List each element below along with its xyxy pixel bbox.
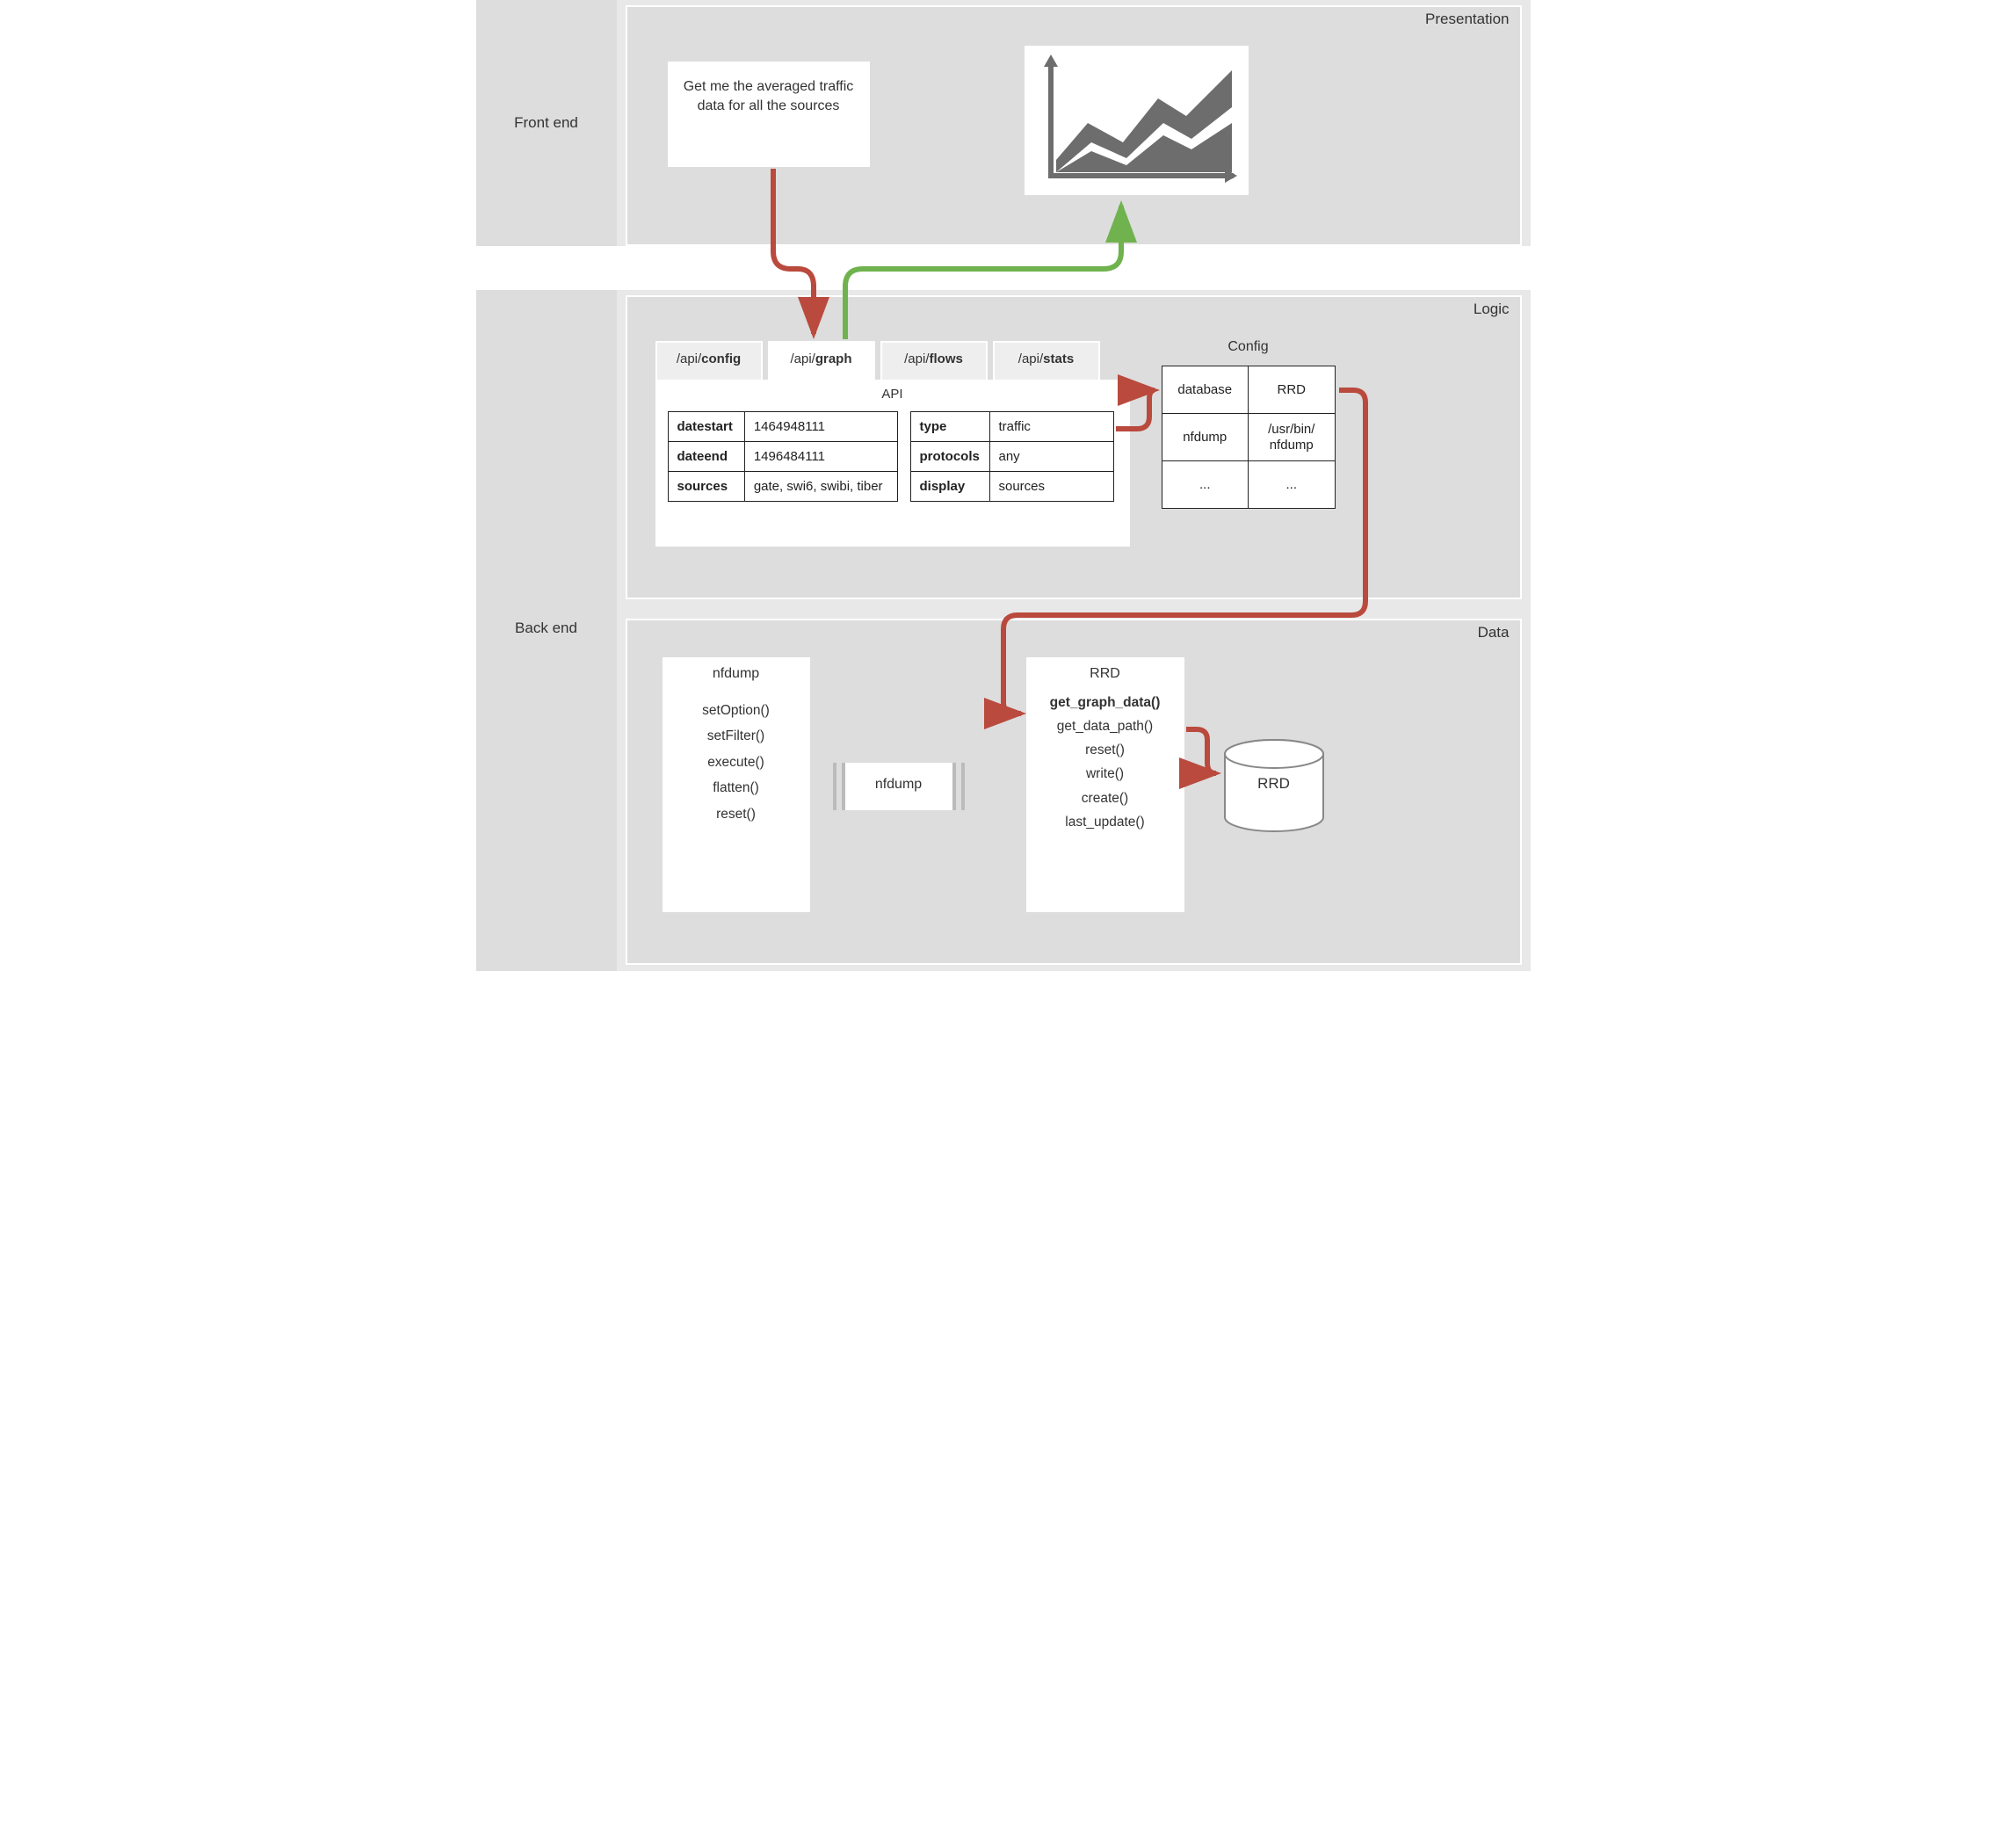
nfdump-title: nfdump bbox=[663, 657, 810, 698]
tab-prefix: /api/ bbox=[1018, 351, 1043, 366]
layer-label-presentation: Presentation bbox=[1425, 11, 1509, 28]
param-value: 1496484111 bbox=[744, 442, 897, 472]
config-value: RRD bbox=[1249, 366, 1336, 414]
rrd-title: RRD bbox=[1026, 657, 1184, 691]
tab-api-config[interactable]: /api/config bbox=[655, 341, 763, 380]
tab-name: graph bbox=[815, 351, 852, 366]
gap-presentation-logic bbox=[476, 246, 1531, 290]
config-key: nfdump bbox=[1162, 414, 1249, 461]
table-row: sourcesgate, swi6, swibi, tiber bbox=[668, 472, 897, 502]
param-key: dateend bbox=[668, 442, 744, 472]
param-value: any bbox=[989, 442, 1113, 472]
config-key: ... bbox=[1162, 461, 1249, 509]
param-value: 1464948111 bbox=[744, 412, 897, 442]
table-row: typetraffic bbox=[910, 412, 1113, 442]
param-value: sources bbox=[989, 472, 1113, 502]
param-value: traffic bbox=[989, 412, 1113, 442]
config-value: /usr/bin/ nfdump bbox=[1249, 414, 1336, 461]
chart-preview bbox=[1025, 46, 1249, 195]
tab-api-stats[interactable]: /api/stats bbox=[993, 341, 1100, 380]
method: reset() bbox=[1026, 738, 1184, 762]
method: get_graph_data() bbox=[1026, 691, 1184, 714]
tab-name: flows bbox=[930, 351, 963, 366]
diagram-canvas: Front end Back end Presentation Logic Da… bbox=[476, 0, 1531, 971]
config-table: databaseRRD nfdump/usr/bin/ nfdump .....… bbox=[1162, 366, 1336, 509]
api-params-left: datestart1464948111 dateend1496484111 so… bbox=[668, 411, 898, 502]
method: setOption() bbox=[663, 698, 810, 723]
method: last_update() bbox=[1026, 810, 1184, 834]
config-box: Config bbox=[1162, 332, 1336, 364]
nfdump-binary-label: nfdump bbox=[845, 763, 952, 810]
chart-svg bbox=[1035, 54, 1237, 186]
request-box: Get me the averaged traffic data for all… bbox=[668, 62, 870, 167]
method: write() bbox=[1026, 762, 1184, 786]
tab-prefix: /api/ bbox=[904, 351, 929, 366]
param-key: protocols bbox=[910, 442, 989, 472]
layer-label-data: Data bbox=[1478, 624, 1510, 641]
rrd-class-box: RRD get_graph_data() get_data_path() res… bbox=[1026, 657, 1184, 912]
table-row: ...... bbox=[1162, 461, 1335, 509]
api-params-right: typetraffic protocolsany displaysources bbox=[910, 411, 1114, 502]
rrd-methods: get_graph_data() get_data_path() reset()… bbox=[1026, 691, 1184, 834]
tab-api-flows[interactable]: /api/flows bbox=[880, 341, 988, 380]
param-key: sources bbox=[668, 472, 744, 502]
param-key: datestart bbox=[668, 412, 744, 442]
nfdump-binary: nfdump bbox=[833, 763, 965, 810]
method: flatten() bbox=[663, 775, 810, 801]
config-title: Config bbox=[1163, 334, 1334, 359]
config-value: ... bbox=[1249, 461, 1336, 509]
method: execute() bbox=[663, 750, 810, 775]
method: get_data_path() bbox=[1026, 714, 1184, 738]
tab-api-graph[interactable]: /api/graph bbox=[768, 341, 875, 385]
tab-prefix: /api/ bbox=[677, 351, 701, 366]
layer-label-logic: Logic bbox=[1474, 301, 1510, 318]
tab-name: stats bbox=[1043, 351, 1074, 366]
nfdump-methods: setOption() setFilter() execute() flatte… bbox=[663, 698, 810, 827]
table-row: datestart1464948111 bbox=[668, 412, 897, 442]
table-row: dateend1496484111 bbox=[668, 442, 897, 472]
table-row: databaseRRD bbox=[1162, 366, 1335, 414]
param-value: gate, swi6, swibi, tiber bbox=[744, 472, 897, 502]
table-row: displaysources bbox=[910, 472, 1113, 502]
row-label-backend: Back end bbox=[476, 290, 617, 967]
tab-name: config bbox=[701, 351, 741, 366]
method: setFilter() bbox=[663, 723, 810, 749]
table-row: protocolsany bbox=[910, 442, 1113, 472]
method: create() bbox=[1026, 786, 1184, 810]
method: reset() bbox=[663, 801, 810, 827]
config-key: database bbox=[1162, 366, 1249, 414]
param-key: type bbox=[910, 412, 989, 442]
rrd-db-label: RRD bbox=[1221, 775, 1327, 793]
row-label-frontend: Front end bbox=[476, 0, 617, 246]
rrd-database: RRD bbox=[1221, 738, 1327, 822]
tab-prefix: /api/ bbox=[790, 351, 815, 366]
table-row: nfdump/usr/bin/ nfdump bbox=[1162, 414, 1335, 461]
api-title: API bbox=[657, 381, 1128, 409]
param-key: display bbox=[910, 472, 989, 502]
nfdump-class-box: nfdump setOption() setFilter() execute()… bbox=[663, 657, 810, 912]
